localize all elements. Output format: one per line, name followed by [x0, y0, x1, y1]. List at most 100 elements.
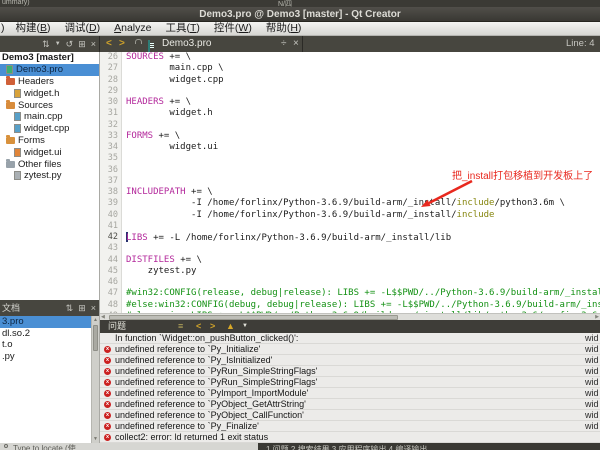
code-text[interactable]: [122, 243, 126, 254]
code-text[interactable]: main.cpp \: [122, 63, 224, 74]
line-number: 38: [100, 187, 122, 198]
tree-item[interactable]: widget.ui: [0, 146, 99, 158]
code-text[interactable]: widget.h: [122, 108, 213, 119]
code-text[interactable]: INCLUDEPATH += \: [122, 187, 213, 198]
warning-filter-icon[interactable]: ▲: [226, 320, 235, 333]
code-text[interactable]: FORMS += \: [122, 131, 180, 142]
clean-icon[interactable]: ≡: [178, 320, 183, 333]
editor-horizontal-scrollbar[interactable]: ◀ ▶: [100, 313, 600, 320]
menu-item[interactable]: 构建(B): [9, 22, 58, 36]
issue-text: In function `Widget::on_pushButton_click…: [115, 333, 585, 343]
code-text[interactable]: [122, 221, 126, 232]
code-text[interactable]: #else:win32:CONFIG(debug, debug|release)…: [122, 300, 600, 311]
menu-item-label: ): [97, 22, 101, 34]
code-text[interactable]: -I /home/forlinx/Python-3.6.9/build-arm/…: [122, 210, 494, 221]
code-text[interactable]: -I /home/forlinx/Python-3.6.9/build-arm/…: [122, 198, 565, 209]
code-text[interactable]: widget.cpp: [122, 75, 224, 86]
open-document-item[interactable]: t.o: [0, 339, 91, 351]
tree-item[interactable]: Demo3.pro: [0, 64, 99, 76]
filter-icon[interactable]: ▼: [242, 320, 248, 333]
previous-issue-icon[interactable]: <: [196, 320, 201, 333]
combo-arrows-icon[interactable]: ⇅: [42, 39, 50, 50]
divider: [302, 36, 303, 52]
locator-field[interactable]: Type to locate (使: [0, 443, 258, 450]
tree-item[interactable]: zytest.py: [0, 170, 99, 182]
close-panel-icon[interactable]: ×: [91, 300, 96, 316]
code-text[interactable]: widget.ui: [122, 142, 218, 153]
tree-item[interactable]: Demo3 [master]: [0, 52, 99, 64]
issue-icon-cell: x: [100, 401, 115, 408]
open-document-item[interactable]: dl.so.2: [0, 328, 91, 340]
editor-line: 27 main.cpp \: [100, 63, 600, 74]
issue-row[interactable]: xundefined reference to `PyRun_SimpleStr…: [100, 366, 600, 377]
menu-item[interactable]: ): [0, 22, 9, 36]
issue-row[interactable]: xundefined reference to `PyImport_Import…: [100, 388, 600, 399]
issue-row[interactable]: xundefined reference to `PyObject_CallFu…: [100, 410, 600, 421]
tree-item[interactable]: Other files: [0, 158, 99, 170]
tree-item[interactable]: main.cpp: [0, 111, 99, 123]
line-number: 35: [100, 153, 122, 164]
scrollbar-handle[interactable]: [93, 325, 98, 351]
code-editor[interactable]: 26SOURCES += \27 main.cpp \28 widget.cpp…: [100, 52, 600, 313]
code-text[interactable]: [122, 86, 126, 97]
code-text[interactable]: zytest.py: [122, 266, 196, 277]
split-icon[interactable]: ⊞: [78, 300, 86, 316]
split-editor-icon[interactable]: ÷: [281, 36, 287, 52]
open-document-item[interactable]: 3.pro: [0, 316, 91, 328]
line-number: 43: [100, 243, 122, 254]
issue-row[interactable]: xundefined reference to `Py_IsInitialize…: [100, 355, 600, 366]
next-issue-icon[interactable]: >: [210, 320, 215, 333]
error-icon: x: [104, 379, 111, 386]
code-text[interactable]: LIBS += -L /home/forlinx/Python-3.6.9/bu…: [122, 232, 451, 243]
split-icon[interactable]: ⊞: [78, 39, 86, 50]
output-panes-bar[interactable]: 1 问题 2 搜索结果 3 应用程序输出 4 编译输出: [258, 443, 600, 450]
issue-row[interactable]: xcollect2: error: ld returned 1 exit sta…: [100, 432, 600, 443]
issue-row[interactable]: In function `Widget::on_pushButton_click…: [100, 333, 600, 344]
open-documents-scrollbar[interactable]: ▲ ▼: [91, 316, 99, 443]
code-text[interactable]: [122, 120, 126, 131]
code-text[interactable]: DISTFILES += \: [122, 255, 202, 266]
menu-item[interactable]: 调试(D): [58, 22, 108, 36]
code-text[interactable]: [122, 176, 126, 187]
error-icon: x: [104, 401, 111, 408]
tree-item[interactable]: widget.h: [0, 87, 99, 99]
issue-row[interactable]: xundefined reference to `PyObject_GetAtt…: [100, 399, 600, 410]
tree-item[interactable]: Sources: [0, 99, 99, 111]
menu-item[interactable]: Analyze: [107, 22, 158, 36]
menu-item[interactable]: 工具(T): [158, 22, 206, 36]
tree-item[interactable]: Headers: [0, 76, 99, 88]
combo-arrows-icon[interactable]: ⇅: [66, 300, 74, 316]
line-number: 48: [100, 300, 122, 311]
menu-item-label: 工具(: [165, 22, 190, 34]
close-editor-icon[interactable]: ×: [293, 36, 299, 52]
document-tab[interactable]: Demo3.pro: [162, 36, 211, 52]
menu-item[interactable]: 控件(W): [207, 22, 259, 36]
back-icon[interactable]: <: [106, 36, 112, 52]
line-number: 31: [100, 108, 122, 119]
sync-icon[interactable]: ↺: [66, 39, 74, 50]
scroll-down-icon[interactable]: ▼: [92, 436, 99, 442]
open-document-item[interactable]: .py: [0, 351, 91, 363]
code-text[interactable]: [122, 165, 126, 176]
code-segment: += \: [186, 187, 213, 197]
close-sidebar-icon[interactable]: ×: [91, 39, 96, 49]
code-text[interactable]: HEADERS += \: [122, 97, 191, 108]
code-text[interactable]: #win32:CONFIG(release, debug|release): L…: [122, 288, 600, 299]
editor-line: 36: [100, 165, 600, 176]
menu-item[interactable]: 帮助(H): [259, 22, 309, 36]
issue-file: wid: [585, 355, 600, 365]
code-text[interactable]: SOURCES += \: [122, 52, 191, 63]
error-icon: x: [104, 368, 111, 375]
code-text[interactable]: [122, 277, 126, 288]
tree-item[interactable]: widget.cpp: [0, 123, 99, 135]
code-text[interactable]: [122, 153, 126, 164]
issue-file: wid: [585, 344, 600, 354]
forward-icon[interactable]: >: [119, 36, 125, 52]
issue-row[interactable]: xundefined reference to `Py_Initialize'w…: [100, 344, 600, 355]
issue-row[interactable]: xundefined reference to `PyRun_SimpleStr…: [100, 377, 600, 388]
scroll-up-icon[interactable]: ▲: [92, 317, 99, 323]
issue-row[interactable]: xundefined reference to `Py_Finalize'wid: [100, 421, 600, 432]
tree-item[interactable]: Forms: [0, 135, 99, 147]
filter-icon[interactable]: ▼: [55, 41, 61, 47]
window-title-bar[interactable]: Demo3.pro @ Demo3 [master] - Qt Creator: [0, 7, 600, 22]
